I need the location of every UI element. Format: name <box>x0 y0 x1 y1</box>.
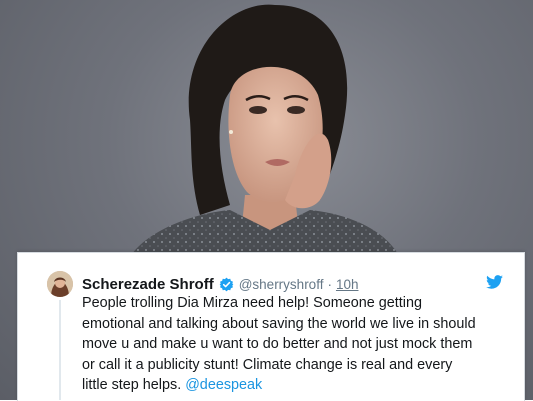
tweet-header: Scherezade Shroff @sherryshroff · 10h <box>82 274 358 294</box>
user-handle[interactable]: @sherryshroff <box>239 277 324 292</box>
tweet-line: or call it a publicity stunt! Climate ch… <box>82 356 453 373</box>
display-name[interactable]: Scherezade Shroff <box>82 276 214 293</box>
tweet-line: little step helps. <box>82 377 182 393</box>
tweet-timestamp[interactable]: 10h <box>336 277 359 292</box>
separator-dot: · <box>327 276 332 292</box>
tweet-line: move u and make u want to do better and … <box>82 336 473 352</box>
tweet-text: People trolling Dia Mirza need help! Som… <box>82 293 514 396</box>
tweet-line: emotional and talking about saving the w… <box>82 315 476 332</box>
tweet-line-last: little step helps. @deespeak <box>82 375 514 396</box>
verified-badge-icon <box>219 277 234 291</box>
avatar[interactable] <box>47 271 73 297</box>
thread-line <box>59 300 61 400</box>
twitter-bird-icon[interactable] <box>486 275 503 289</box>
mention-link[interactable]: @deespeak <box>185 377 262 393</box>
tweet-line: People trolling Dia Mirza need help! Som… <box>82 295 422 311</box>
